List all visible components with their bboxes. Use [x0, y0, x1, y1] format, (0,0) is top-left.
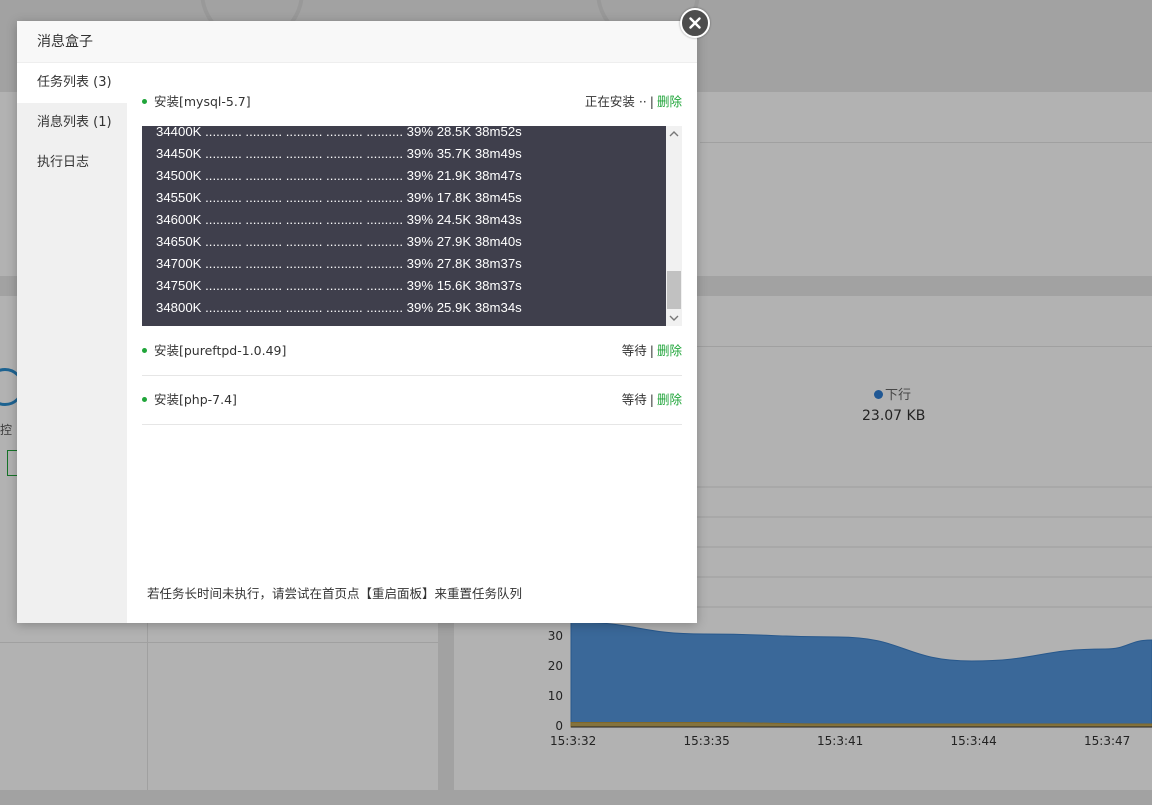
console-line: 34450K .......... .......... .......... … [156, 146, 522, 161]
delete-task-button[interactable]: 删除 [657, 94, 682, 109]
console-line: 34650K .......... .......... .......... … [156, 234, 522, 249]
console-line: 34700K .......... .......... .......... … [156, 256, 522, 271]
scroll-up-arrow[interactable] [666, 126, 682, 142]
install-log-console[interactable]: 34400K .......... .......... .......... … [142, 126, 682, 326]
message-box-dialog: 消息盒子 任务列表 (3) 消息列表 (1) 执行日志 安装[mysql-5.7… [17, 8, 710, 623]
console-line: 34600K .......... .......... .......... … [156, 212, 522, 227]
task-item: 安装[pureftpd-1.0.49] 等待 | 删除 [142, 334, 682, 368]
task-status: 等待 [621, 392, 647, 407]
task-item: 安装[php-7.4] 等待 | 删除 [142, 383, 682, 417]
task-status: 正在安装 ·· [584, 94, 647, 109]
task-name: 安装[pureftpd-1.0.49] [154, 343, 287, 358]
dialog-title: 消息盒子 [17, 21, 697, 63]
console-scrollbar[interactable] [666, 126, 682, 326]
task-list-panel: 安装[mysql-5.7] 正在安装 ·· | 删除 34400K ........… [127, 63, 697, 623]
chevron-down-icon [669, 315, 679, 321]
task-queue-hint: 若任务长时间未执行，请尝试在首页点【重启面板】来重置任务队列 [147, 586, 523, 601]
task-name: 安装[php-7.4] [154, 392, 237, 407]
delete-task-button[interactable]: 删除 [657, 392, 682, 407]
close-icon [689, 17, 701, 29]
scroll-thumb[interactable] [667, 271, 681, 309]
tab-message-list[interactable]: 消息列表 (1) [17, 103, 127, 143]
status-dot-icon [142, 397, 147, 402]
dialog-sidebar: 任务列表 (3) 消息列表 (1) 执行日志 [17, 63, 127, 623]
tab-task-list[interactable]: 任务列表 (3) [17, 63, 127, 103]
console-line: 34400K .......... .......... .......... … [156, 126, 522, 139]
console-line: 34800K .......... .......... .......... … [156, 300, 522, 315]
console-line: 34500K .......... .......... .......... … [156, 168, 522, 183]
status-dot-icon [142, 348, 147, 353]
task-item: 安装[mysql-5.7] 正在安装 ·· | 删除 [142, 85, 682, 119]
console-line: 34750K .......... .......... .......... … [156, 278, 522, 293]
divider [142, 424, 682, 425]
delete-task-button[interactable]: 删除 [657, 343, 682, 358]
status-dot-icon [142, 99, 147, 104]
chevron-up-icon [669, 131, 679, 137]
task-status: 等待 [621, 343, 647, 358]
tab-execution-log[interactable]: 执行日志 [17, 143, 127, 183]
close-button[interactable] [680, 8, 710, 38]
scroll-down-arrow[interactable] [666, 310, 682, 326]
console-line: 34550K .......... .......... .......... … [156, 190, 522, 205]
console-output: 34400K .......... .......... .......... … [156, 126, 522, 319]
task-name: 安装[mysql-5.7] [154, 94, 251, 109]
divider [142, 375, 682, 376]
